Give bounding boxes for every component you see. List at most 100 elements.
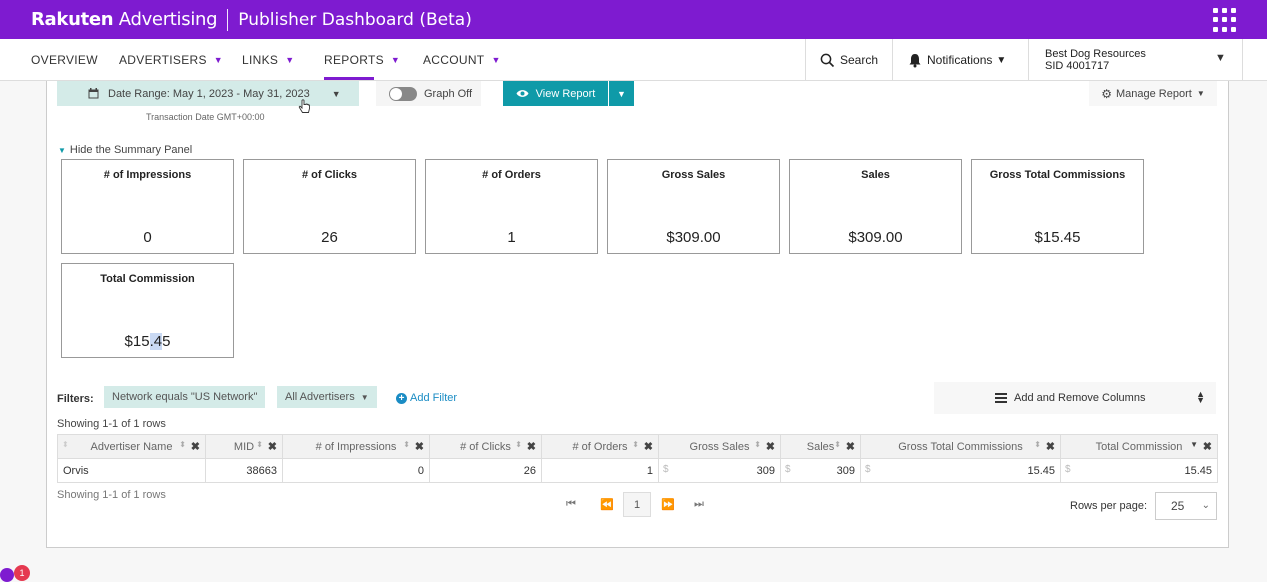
remove-column-icon[interactable]: ✖ [415,440,424,453]
account-switcher[interactable]: Best Dog Resources SID 4001717 [1045,48,1146,72]
cell-advertiser-name[interactable]: Orvis [57,458,206,483]
report-table: ⬍ Advertiser Name ⬍ ✖ MID ⬍ ✖ # of Impression… [57,434,1218,483]
column-header[interactable]: Sales ⬍ ✖ [780,434,861,459]
nav-reports[interactable]: REPORTS ▼ [324,39,400,81]
sort-arrows-icon[interactable]: ⬍ [632,440,639,449]
cell-gross-sales: $309 [658,458,781,483]
sort-arrows-icon[interactable]: ⬍ [1034,440,1041,449]
caret-down-icon: ▼ [58,146,66,155]
column-header[interactable]: Gross Total Commissions ⬍ ✖ [860,434,1061,459]
nav-links[interactable]: LINKS ▼ [242,39,294,81]
sort-arrows-icon[interactable]: ⬍ [834,440,841,449]
remove-column-icon[interactable]: ✖ [527,440,536,453]
column-header[interactable]: MID ⬍ ✖ [205,434,283,459]
caret-down-icon: ▼ [360,392,369,402]
filter-chip-network[interactable]: Network equals "US Network" [104,386,266,408]
notifications-label: Notifications [927,53,993,67]
view-report-label: View Report [535,87,596,100]
remove-column-icon[interactable]: ✖ [1046,440,1055,453]
view-report-dropdown[interactable]: ▼ [609,81,634,106]
manage-report-button[interactable]: ⚙ Manage Report ▼ [1089,81,1217,106]
caret-down-icon: ▼ [213,55,223,65]
sort-arrows-icon: ⬍ [62,440,69,449]
caret-down-icon: ▼ [390,55,401,65]
list-icon [995,393,1007,403]
eye-icon [516,90,529,97]
card-label: Total Commission [100,273,195,285]
brand-logo[interactable]: Rakuten Advertising [31,9,218,30]
sort-desc-icon[interactable]: ▼ [1190,440,1198,449]
sort-arrows-icon[interactable]: ⬍ [179,440,186,449]
caret-down-icon: ▼ [996,54,1007,66]
last-page-icon[interactable]: ⏭ [694,498,704,511]
summary-toggle-label: Hide the Summary Panel [69,144,193,156]
column-header[interactable]: # of Impressions ⬍ ✖ [282,434,430,459]
previous-page-icon[interactable]: ⏪ [600,498,614,511]
rows-per-page-select[interactable]: 25 ⌄ [1155,492,1217,520]
toggle-switch[interactable] [389,86,417,101]
cell-total-commission: $15.45 [1060,458,1218,483]
caret-down-icon: ▼ [331,88,341,99]
chat-bubble-icon [0,568,14,582]
search-icon [820,53,835,67]
hide-summary-toggle[interactable]: ▼ Hide the Summary Panel [58,144,192,156]
remove-column-icon[interactable]: ✖ [191,440,200,453]
nav-account[interactable]: ACCOUNT ▼ [423,39,501,81]
summary-card-impressions: # of Impressions 0 [61,159,234,254]
nav-advertisers[interactable]: ADVERTISERS ▼ [119,39,223,81]
chat-launcher[interactable]: 1 [0,562,30,582]
calendar-icon [88,88,99,99]
card-label: Gross Sales [661,169,726,181]
app-grid-icon[interactable] [1213,8,1237,32]
row-count-bottom: Showing 1-1 of 1 rows [57,489,166,501]
sort-arrows-icon[interactable]: ⬍ [754,440,761,449]
row-count-top: Showing 1-1 of 1 rows [57,418,166,430]
top-bar: Rakuten Advertising Publisher Dashboard … [0,0,1267,39]
currency-symbol: $ [785,464,791,475]
remove-column-icon[interactable]: ✖ [1203,440,1212,453]
column-header[interactable]: ⬍ Advertiser Name ⬍ ✖ [57,434,206,459]
filter-chip-advertisers[interactable]: All Advertisers ▼ [277,386,377,408]
table-row[interactable]: Orvis 38663 0 26 1 $309 $309 $15.45 $15.… [57,458,1218,483]
card-value: 26 [321,229,338,246]
sort-arrows-icon[interactable]: ⬍ [403,440,410,449]
card-label: # of Impressions [103,169,192,181]
remove-column-icon[interactable]: ✖ [644,440,653,453]
column-header[interactable]: # of Clicks ⬍ ✖ [429,434,542,459]
remove-column-icon[interactable]: ✖ [846,440,855,453]
date-range-button[interactable]: Date Range: May 1, 2023 - May 31, 2023 ▼ [57,81,359,106]
add-filter-label: Add Filter [410,392,458,404]
current-page[interactable]: 1 [623,492,651,517]
divider [1242,39,1243,81]
column-header[interactable]: Gross Sales ⬍ ✖ [658,434,781,459]
remove-column-icon[interactable]: ✖ [268,440,277,453]
card-value: $15.45 [1034,229,1081,246]
nav-overview[interactable]: OVERVIEW [31,39,98,81]
search-label: Search [840,53,879,67]
main-nav: OVERVIEW ADVERTISERS ▼ LINKS ▼ REPORTS ▼ AC… [0,39,1267,81]
bell-icon [909,53,921,67]
remove-column-icon[interactable]: ✖ [766,440,775,453]
cell-gross-total-commissions: $15.45 [860,458,1061,483]
date-range-label: Date Range: May 1, 2023 - May 31, 2023 [108,87,310,100]
card-value: $15.45 [124,333,171,350]
cell-sales: $309 [780,458,861,483]
sort-arrows-icon[interactable]: ⬍ [515,440,522,449]
first-page-icon[interactable]: ⏮ [566,498,576,511]
column-header[interactable]: # of Orders ⬍ ✖ [541,434,659,459]
sort-arrows-icon[interactable]: ⬍ [256,440,263,449]
add-filter-link[interactable]: + Add Filter [396,392,457,404]
column-header[interactable]: Total Commission ▼ ✖ [1060,434,1218,459]
graph-toggle[interactable]: Graph Off [376,81,481,106]
caret-down-icon[interactable]: ▼ [1215,52,1226,64]
summary-card-sales: Sales $309.00 [789,159,962,254]
add-remove-columns-button[interactable]: Add and Remove Columns ▲ ▼ [934,382,1216,414]
cell-mid: 38663 [205,458,283,483]
notifications-button[interactable]: Notifications ▼ [908,39,1006,81]
columns-button-label: Add and Remove Columns [1014,392,1146,404]
hand-cursor-icon [298,99,310,113]
view-report-button[interactable]: View Report [503,81,608,106]
next-page-icon[interactable]: ⏩ [661,498,675,511]
search-button[interactable]: Search [820,39,878,81]
graph-toggle-label: Graph Off [424,87,473,100]
